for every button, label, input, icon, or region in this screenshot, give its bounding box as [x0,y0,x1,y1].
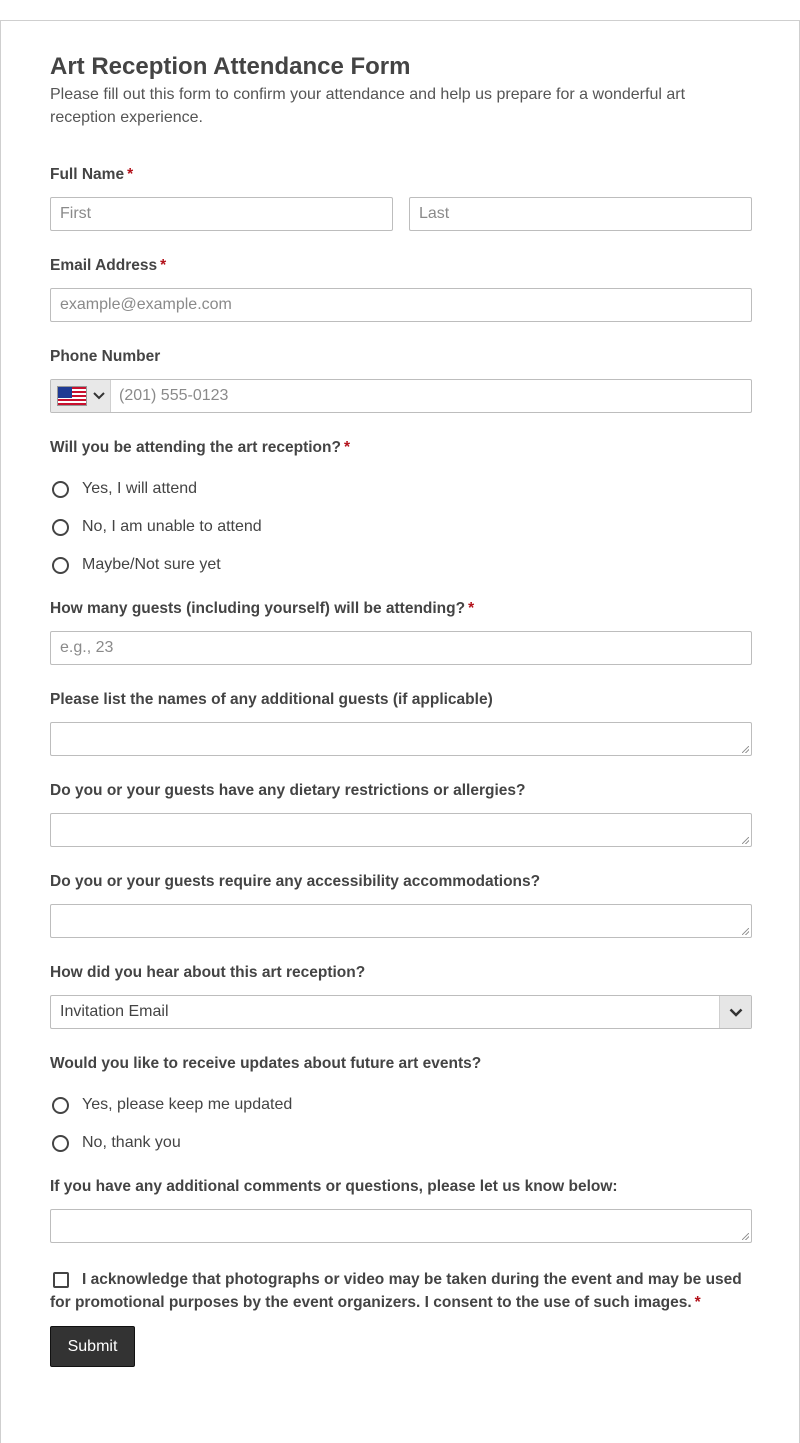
resize-handle[interactable] [742,1233,749,1240]
guest-count-label: How many guests (including yourself) wil… [50,600,474,618]
attending-option-maybe[interactable]: Maybe/Not sure yet [50,554,221,576]
phone-placeholder: (201) 555-0123 [119,387,229,404]
resize-handle[interactable] [742,837,749,844]
attending-label-text: Will you be attending the art reception? [50,439,341,456]
full-name-label-text: Full Name [50,166,125,183]
radio-button[interactable] [52,556,69,574]
comments-label: If you have any additional comments or q… [50,1178,618,1195]
email-label: Email Address * [50,257,166,275]
accessibility-label: Do you or your guests require any access… [50,873,541,890]
updates-option-yes[interactable]: Yes, please keep me updated [50,1094,292,1116]
referral-select[interactable]: Invitation Email [50,995,752,1029]
radio-button[interactable] [52,480,69,498]
guest-count-label-text: How many guests (including yourself) wil… [50,600,466,617]
updates-label: Would you like to receive updates about … [50,1055,482,1072]
guest-names-label: Please list the names of any additional … [50,691,493,708]
option-label: Yes, please keep me updated [82,1096,293,1113]
attending-option-yes[interactable]: Yes, I will attend [50,478,197,500]
required-marker: * [160,257,167,274]
chevron-down-icon [729,1008,742,1017]
resize-handle[interactable] [742,746,749,753]
required-marker: * [343,439,350,456]
radio-button[interactable] [52,1134,69,1152]
attending-option-no[interactable]: No, I am unable to attend [50,516,262,538]
form-description: Please fill out this form to confirm you… [50,86,686,126]
required-marker: * [468,600,475,617]
updates-option-no[interactable]: No, thank you [50,1132,181,1154]
required-marker: * [694,1294,701,1311]
guest-count-input[interactable]: e.g., 23 [50,631,752,665]
accessibility-textarea[interactable] [50,904,752,938]
email-placeholder: example@example.com [60,296,232,313]
form-title: Art Reception Attendance Form [50,53,411,80]
radio-button[interactable] [52,1096,69,1114]
option-label: No, I am unable to attend [82,518,262,535]
email-input[interactable]: example@example.com [50,288,752,322]
full-name-label: Full Name * [50,166,133,184]
first-name-input[interactable]: First [50,197,393,231]
option-label: Maybe/Not sure yet [82,556,221,573]
phone-input[interactable]: (201) 555-0123 [50,379,752,413]
required-marker: * [127,166,134,183]
comments-textarea[interactable] [50,1209,752,1243]
option-label: No, thank you [82,1134,181,1151]
first-name-placeholder: First [60,205,92,222]
submit-button[interactable]: Submit [50,1326,135,1367]
select-toggle[interactable] [719,996,751,1028]
last-name-placeholder: Last [419,205,450,222]
guest-count-placeholder: e.g., 23 [60,639,114,656]
referral-selected-value: Invitation Email [60,1003,169,1020]
consent-label: I acknowledge that photographs or video … [50,1268,752,1314]
us-flag-icon [57,386,87,406]
resize-handle[interactable] [742,928,749,935]
guest-names-textarea[interactable] [50,722,752,756]
last-name-input[interactable]: Last [409,197,752,231]
dietary-textarea[interactable] [50,813,752,847]
phone-label: Phone Number [50,348,161,365]
referral-label: How did you hear about this art receptio… [50,964,366,981]
attending-label: Will you be attending the art reception?… [50,439,350,457]
email-label-text: Email Address [50,257,158,274]
option-label: Yes, I will attend [82,480,198,497]
form-card: Art Reception Attendance Form Please fil… [0,20,800,1443]
radio-button[interactable] [52,518,69,536]
chevron-down-icon [93,392,105,400]
country-selector[interactable] [51,380,111,412]
dietary-label: Do you or your guests have any dietary r… [50,782,526,799]
consent-text: I acknowledge that photographs or video … [50,1271,742,1311]
